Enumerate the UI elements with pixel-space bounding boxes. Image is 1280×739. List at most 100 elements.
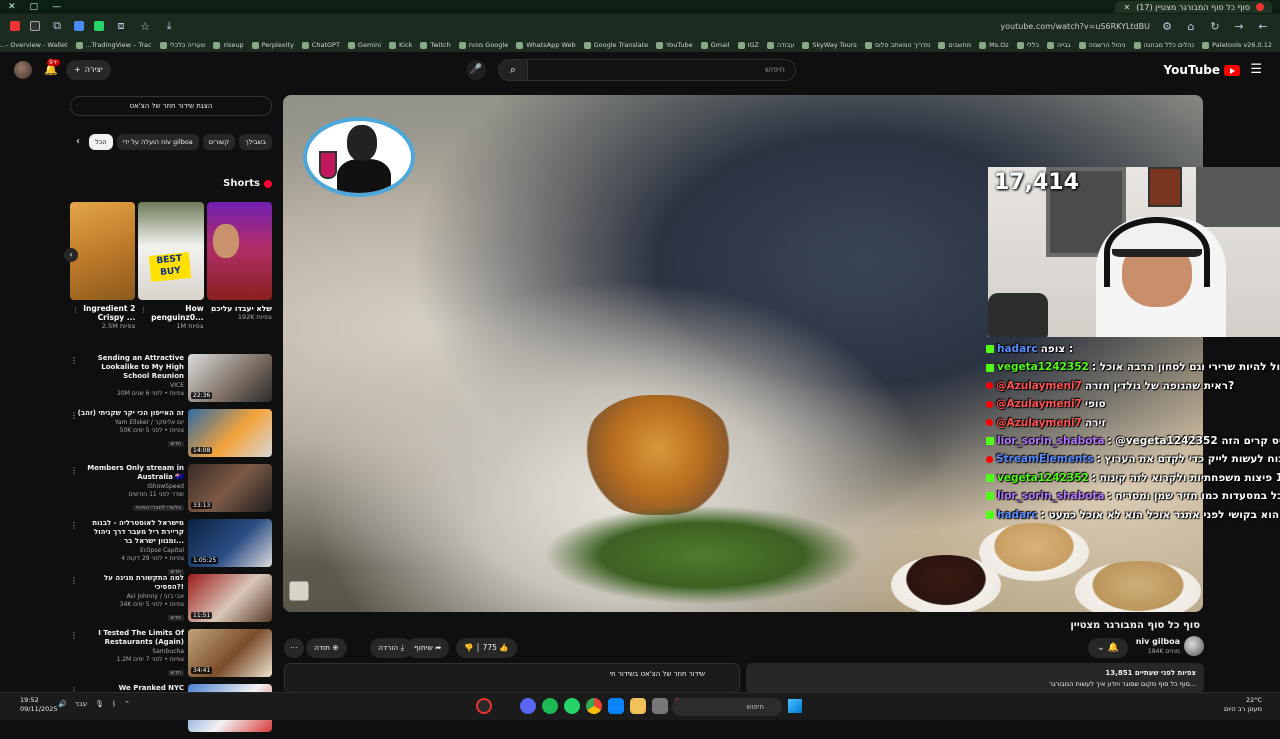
- more-vert-icon[interactable]: ⋮: [70, 631, 78, 640]
- chrome-icon[interactable]: [586, 698, 602, 714]
- bookmark-item[interactable]: Gmail: [700, 41, 730, 49]
- extension-icon[interactable]: [10, 21, 20, 31]
- windows-start-icon[interactable]: [788, 699, 802, 713]
- video-item-channel[interactable]: Yam Ellsker / יום אליסקר: [76, 418, 184, 427]
- tray-overflow-icon[interactable]: ⌃: [124, 700, 130, 708]
- filter-chip[interactable]: הכל: [89, 134, 113, 150]
- shorts-scroll-left-icon[interactable]: ‹: [64, 248, 78, 262]
- bookmark-item[interactable]: TradingView – Trac...: [75, 41, 152, 49]
- bookmark-item[interactable]: WhatsApp Web: [516, 41, 576, 49]
- restore-window-icon[interactable]: ▢: [30, 2, 39, 12]
- sidebar-icon[interactable]: ⧈: [114, 19, 128, 33]
- filter-chip[interactable]: הועלה על ידי niv gilboa: [116, 134, 199, 150]
- task-view-icon[interactable]: [652, 698, 668, 714]
- related-video-item[interactable]: 11:51 למה התקשורת מגינה על הפסיכי?! Avi Jo…: [70, 574, 272, 627]
- bookmark-item[interactable]: כללי: [1016, 41, 1039, 49]
- bookmark-item[interactable]: עבודה: [766, 41, 794, 49]
- bookmark-item[interactable]: שעריה כלכלי: [159, 41, 205, 49]
- short-thumbnail[interactable]: [206, 202, 272, 300]
- extension-icon[interactable]: [30, 21, 40, 31]
- bookmark-item[interactable]: Gemini: [347, 41, 381, 49]
- bookmark-item[interactable]: Google מפות: [458, 41, 508, 49]
- more-vert-icon[interactable]: ⋮: [209, 306, 216, 315]
- puzzle-icon[interactable]: ⧉: [50, 19, 64, 33]
- channel-branding-icon[interactable]: [289, 581, 309, 601]
- system-clock[interactable]: 19:52 09/11/2025: [20, 696, 57, 714]
- filter-chip[interactable]: בשבילך: [239, 134, 272, 150]
- bookmark-item[interactable]: נהלים כלל מבחנה: [1133, 41, 1194, 49]
- bluetooth-icon[interactable]: ᛒ: [112, 700, 116, 708]
- video-item-title[interactable]: מישראל לאוסטרליה - לבנות קריירת ריל מעבר…: [76, 519, 184, 546]
- bookmark-item[interactable]: Google Translate: [583, 41, 648, 49]
- more-vert-icon[interactable]: ⋮: [70, 521, 78, 530]
- thanks-button[interactable]: תודה ⊕: [306, 638, 347, 658]
- video-item-channel[interactable]: VICE: [76, 381, 184, 390]
- video-thumbnail[interactable]: 1:05:25: [188, 519, 272, 567]
- video-item-channel[interactable]: Eclipse Capital: [76, 546, 184, 555]
- more-vert-icon[interactable]: ⋮: [70, 466, 78, 475]
- search-button[interactable]: ⌕: [498, 59, 528, 81]
- bookmark-item[interactable]: גבייה: [1046, 41, 1071, 49]
- app-icon[interactable]: [608, 698, 624, 714]
- url-field[interactable]: youtube.com/watch?v=uS6RKYLtdBU: [1000, 22, 1150, 31]
- share-button[interactable]: שיתוף ➦: [406, 638, 450, 658]
- video-item-title[interactable]: I Tested The Limits Of Restaurants (Agai…: [76, 629, 184, 647]
- account-avatar[interactable]: [14, 61, 32, 79]
- bookmark-item[interactable]: Ms.Oz: [979, 41, 1009, 49]
- reload-icon[interactable]: ↻: [1208, 20, 1222, 33]
- video-thumbnail[interactable]: 33:13: [188, 464, 272, 512]
- whatsapp-icon[interactable]: [564, 698, 580, 714]
- home-icon[interactable]: ⌂: [1184, 20, 1198, 33]
- site-info-icon[interactable]: ⚙: [1160, 20, 1174, 33]
- more-vert-icon[interactable]: ⋮: [72, 306, 79, 315]
- bookmark-item[interactable]: Perplexity: [251, 41, 294, 49]
- short-thumbnail[interactable]: [70, 202, 136, 300]
- bookmark-item[interactable]: Overview - Wallet -...: [0, 41, 68, 49]
- video-thumbnail[interactable]: 34:41: [188, 629, 272, 677]
- search-input[interactable]: חיפוש: [528, 59, 796, 81]
- extension-icon[interactable]: [74, 21, 84, 31]
- video-thumbnail[interactable]: 14:08: [188, 409, 272, 457]
- video-item-title[interactable]: Members Only stream in Australia 🇦🇺: [76, 464, 184, 482]
- language-indicator[interactable]: עבר: [75, 700, 87, 708]
- short-meta[interactable]: ⋮ שלא יעבדו עליכם 192K צפיות: [207, 304, 272, 331]
- related-video-item[interactable]: 34:41 I Tested The Limits Of Restaurants …: [70, 629, 272, 682]
- bookmark-item[interactable]: riseup: [213, 41, 244, 49]
- show-chat-replay-button[interactable]: הצגת שידור חוזר של הצ'אט: [70, 96, 272, 116]
- like-icon[interactable]: 👍: [499, 643, 508, 652]
- more-vert-icon[interactable]: ⋮: [70, 576, 78, 585]
- video-item-title[interactable]: זה האייפון הכי יקר שקניתי (זהב): [76, 409, 184, 418]
- notifications-bell-icon[interactable]: 🔔 9+: [44, 59, 60, 76]
- short-thumbnail[interactable]: BEST BUY: [138, 202, 204, 300]
- video-item-channel[interactable]: Avi Johnny / אבי ג'וני: [76, 592, 184, 601]
- discord-icon[interactable]: [520, 698, 536, 714]
- bookmark-item[interactable]: Paletools v26.0.12: [1202, 41, 1272, 49]
- file-explorer-icon[interactable]: [630, 698, 646, 714]
- bookmark-item[interactable]: SkyWay Tours: [802, 41, 857, 49]
- video-item-channel[interactable]: IShowSpeed: [76, 482, 184, 491]
- close-window-icon[interactable]: ✕: [8, 2, 16, 12]
- mic-tray-icon[interactable]: 🎙: [95, 700, 104, 708]
- video-item-title[interactable]: Sending an Attractive Lookalike to My Hi…: [76, 354, 184, 381]
- minimize-window-icon[interactable]: —: [52, 2, 61, 12]
- forward-icon[interactable]: →: [1232, 20, 1246, 33]
- short-meta[interactable]: ⋮ Ingredient 2 Crispy ... 2.5M צפיות: [70, 304, 135, 331]
- bookmark-item[interactable]: מחשבים: [938, 41, 971, 49]
- back-icon[interactable]: ←: [1256, 20, 1270, 33]
- bookmark-item[interactable]: Kick: [389, 41, 412, 49]
- bookmark-item[interactable]: ChatGPT: [301, 41, 340, 49]
- voice-search-mic-icon[interactable]: 🎤: [466, 60, 486, 80]
- more-vert-icon[interactable]: ⋮: [140, 306, 147, 315]
- guide-menu-icon[interactable]: ☰: [1250, 62, 1262, 77]
- spotify-icon[interactable]: [542, 698, 558, 714]
- related-video-item[interactable]: 22:36 Sending an Attractive Lookalike to …: [70, 354, 272, 407]
- close-tab-icon[interactable]: ✕: [1123, 3, 1130, 12]
- bookmark-item[interactable]: YouTube: [656, 41, 693, 49]
- taskbar-search[interactable]: חיפוש: [672, 698, 782, 716]
- youtube-logo[interactable]: YouTube: [1163, 63, 1240, 77]
- bookmark-item[interactable]: ניהול הרשמה: [1078, 41, 1126, 49]
- video-thumbnail[interactable]: 22:36: [188, 354, 272, 402]
- bookmark-star-icon[interactable]: ☆: [138, 20, 152, 33]
- bookmark-item[interactable]: מדריך המאתב פלוס: [864, 41, 930, 49]
- more-vert-icon[interactable]: ⋮: [70, 356, 78, 365]
